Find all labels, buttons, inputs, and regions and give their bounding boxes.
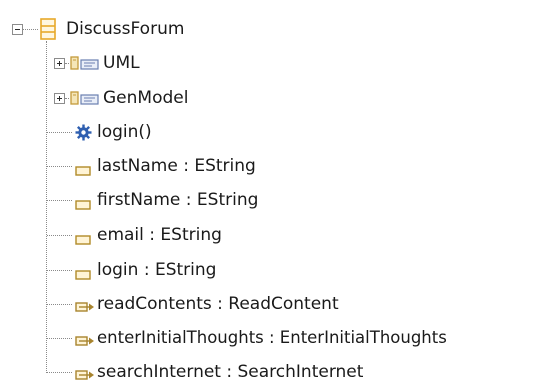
tree-item-uml[interactable]: UML	[0, 46, 535, 80]
tree-item-label: login : EString	[97, 260, 217, 280]
tree-root-class[interactable]: DiscussForum	[0, 12, 535, 46]
tree-item-reference-enterinitialthoughts[interactable]: enterInitialThoughts : EnterInitialThoug…	[0, 321, 535, 355]
tree-item-label: firstName : EString	[97, 190, 259, 210]
tree-item-label: lastName : EString	[97, 156, 256, 176]
tree-item-label: login()	[97, 122, 152, 142]
tree-item-label: readContents : ReadContent	[97, 294, 339, 314]
tree-item-label: email : EString	[97, 225, 222, 245]
tree-item-reference-searchinternet[interactable]: searchInternet : SearchInternet	[0, 355, 535, 389]
tree-item-label: searchInternet : SearchInternet	[97, 362, 364, 382]
tree-item-label: enterInitialThoughts : EnterInitialThoug…	[97, 328, 447, 347]
tree-item-reference-readcontents[interactable]: readContents : ReadContent	[0, 287, 535, 321]
tree-item-attribute-lastname[interactable]: lastName : EString	[0, 149, 535, 183]
tree-item-attribute-firstname[interactable]: firstName : EString	[0, 183, 535, 217]
tree-item-label: UML	[103, 53, 140, 73]
tree-item-label: GenModel	[103, 88, 189, 108]
tree-item-attribute-email[interactable]: email : EString	[0, 218, 535, 252]
tree-root-label: DiscussForum	[66, 19, 185, 39]
tree-item-operation-login[interactable]: login()	[0, 115, 535, 149]
tree-item-attribute-login[interactable]: login : EString	[0, 253, 535, 287]
ecore-tree-view: DiscussForum UML GenModel login() lastNa…	[0, 0, 535, 382]
tree-item-genmodel[interactable]: GenModel	[0, 81, 535, 115]
